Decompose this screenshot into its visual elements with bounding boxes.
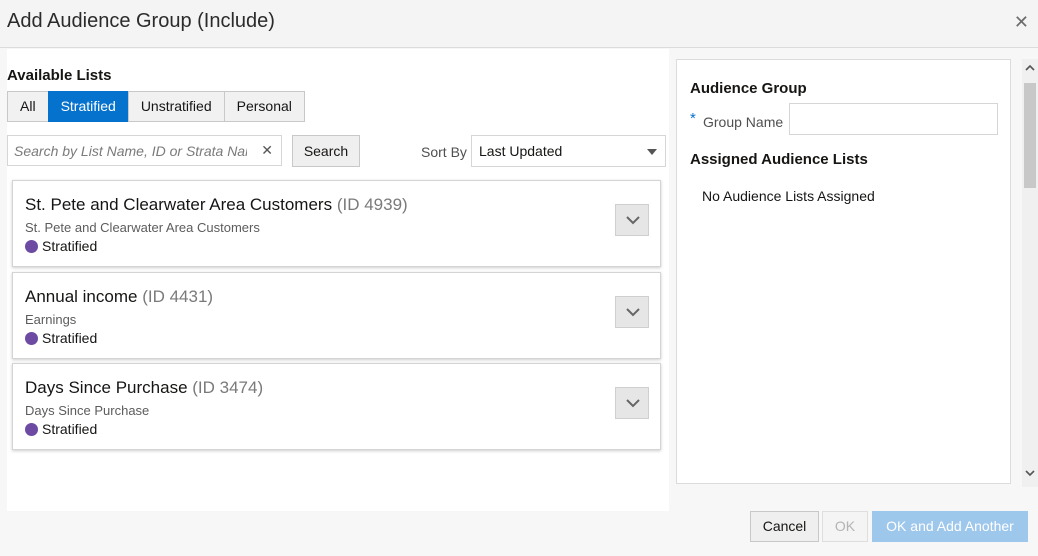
stratified-dot-icon — [25, 331, 38, 345]
group-name-input[interactable] — [789, 103, 998, 135]
expand-button[interactable] — [615, 204, 649, 236]
available-lists-panel: Available Lists All Stratified Unstratif… — [7, 49, 669, 511]
scrollbar-thumb[interactable] — [1024, 83, 1036, 188]
list-item: Days Since Purchase (ID 3474) Days Since… — [12, 363, 661, 450]
list-item-type: Stratified — [42, 238, 98, 254]
dialog-title: Add Audience Group (Include) — [7, 10, 275, 32]
chevron-down-icon — [626, 308, 640, 317]
dialog-header: Add Audience Group (Include) ✕ — [0, 0, 1038, 48]
list-item-name: Days Since Purchase — [25, 378, 188, 397]
filter-stratified-button[interactable]: Stratified — [47, 91, 129, 122]
chevron-down-icon — [626, 399, 640, 408]
required-marker: * — [690, 110, 696, 127]
list-item-id: (ID 4939) — [336, 195, 408, 214]
stratified-dot-icon — [25, 239, 38, 253]
audience-group-panel: Audience Group * Group Name Assigned Aud… — [676, 59, 1011, 484]
scrollbar[interactable] — [1022, 59, 1038, 487]
list-item-description: Days Since Purchase — [25, 403, 150, 418]
list-item-type: Stratified — [42, 421, 98, 437]
ok-button[interactable]: OK — [822, 511, 868, 542]
list-item-id: (ID 4431) — [142, 287, 214, 306]
close-icon[interactable]: ✕ — [1014, 12, 1029, 33]
chevron-down-icon — [626, 216, 640, 225]
expand-button[interactable] — [615, 387, 649, 419]
list-item: Annual income (ID 4431) Earnings Stratif… — [12, 272, 661, 359]
cancel-button[interactable]: Cancel — [750, 511, 819, 542]
list-item-name: St. Pete and Clearwater Area Customers — [25, 195, 333, 214]
filter-personal-button[interactable]: Personal — [223, 91, 305, 122]
search-box: ✕ — [7, 135, 282, 166]
list-item-id: (ID 3474) — [192, 378, 264, 397]
assigned-lists-title: Assigned Audience Lists — [690, 151, 868, 168]
assigned-lists-empty: No Audience Lists Assigned — [702, 188, 875, 204]
list-item-type: Stratified — [42, 330, 98, 346]
chevron-down-icon — [647, 149, 657, 155]
list-item-description: St. Pete and Clearwater Area Customers — [25, 220, 260, 235]
list-type-filter: All Stratified Unstratified Personal — [7, 91, 305, 122]
sort-by-select[interactable]: Last Updated — [471, 135, 666, 167]
sort-by-label: Sort By — [421, 144, 467, 160]
search-button[interactable]: Search — [292, 135, 360, 167]
group-name-label: Group Name — [703, 114, 784, 130]
filter-unstratified-button[interactable]: Unstratified — [127, 91, 225, 122]
list-item-name: Annual income — [25, 287, 138, 306]
list-item: St. Pete and Clearwater Area Customers (… — [12, 180, 661, 267]
chevron-down-icon[interactable] — [1025, 470, 1035, 477]
ok-and-add-another-button[interactable]: OK and Add Another — [872, 511, 1028, 542]
search-input[interactable] — [8, 136, 253, 165]
filter-all-button[interactable]: All — [7, 91, 49, 122]
expand-button[interactable] — [615, 296, 649, 328]
sort-by-value: Last Updated — [479, 143, 563, 159]
clear-search-icon[interactable]: ✕ — [261, 142, 273, 159]
audience-group-title: Audience Group — [690, 80, 807, 97]
available-lists-title: Available Lists — [7, 67, 112, 84]
chevron-up-icon[interactable] — [1025, 64, 1035, 71]
list-item-description: Earnings — [25, 312, 77, 327]
stratified-dot-icon — [25, 422, 38, 436]
